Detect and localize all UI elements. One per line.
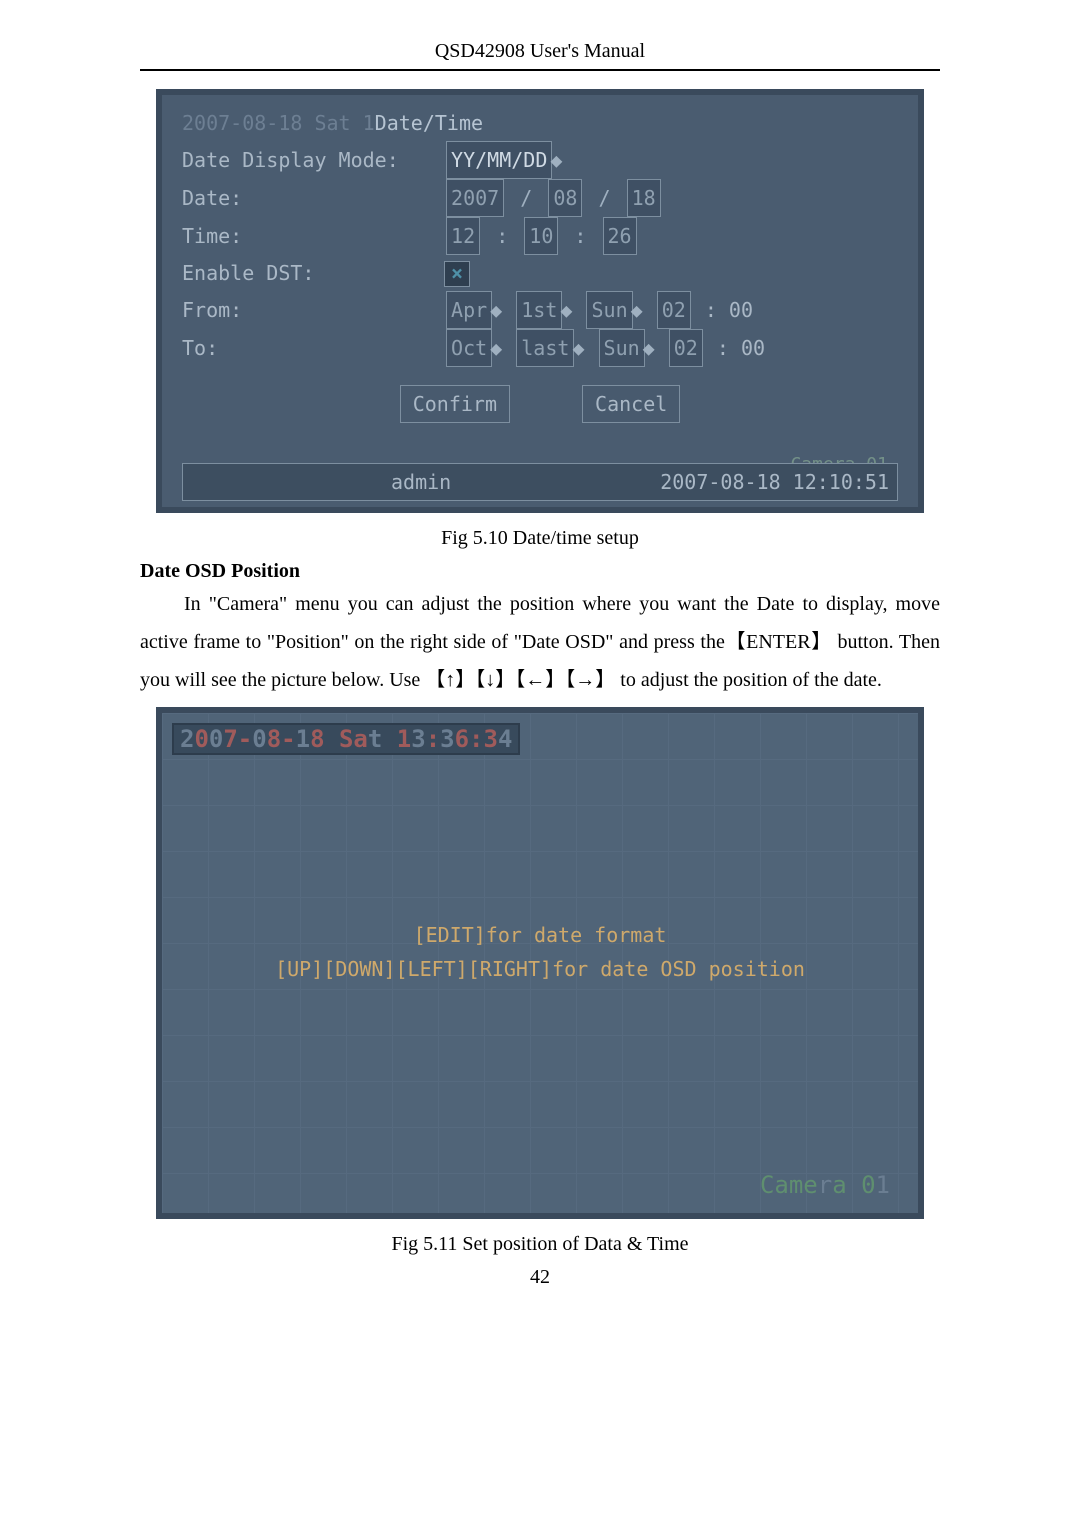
to-day-select[interactable]: Sun [599, 329, 645, 367]
spinner-icon[interactable]: ◆ [572, 330, 584, 366]
fig511-caption: Fig 5.11 Set position of Data & Time [140, 1233, 940, 1256]
hint-edit: [EDIT]for date format [162, 923, 918, 947]
status-bar: admin 2007-08-18 12:10:51 [182, 463, 898, 501]
osd-date-box[interactable]: 2007-08-18 Sat 13:36:34 [172, 723, 520, 755]
osd-position-screen: 2007-08-18 Sat 13:36:34 [EDIT]for date f… [156, 707, 924, 1219]
status-time: 2007-08-18 12:10:51 [660, 464, 889, 500]
to-month-select[interactable]: Oct [446, 329, 492, 367]
label-display-mode: Date Display Mode: [182, 142, 432, 178]
display-mode-select[interactable]: YY/MM/DD [446, 141, 552, 179]
enable-dst-checkbox[interactable]: × [444, 261, 470, 287]
to-min-text: : 00 [717, 336, 765, 360]
doc-header: QSD42908 User's Manual [140, 40, 940, 71]
datetime-setup-screen: 2007-08-18 Sat 1Date/Time Date Display M… [156, 89, 924, 513]
spinner-icon[interactable]: ◆ [490, 292, 502, 328]
label-date: Date: [182, 180, 432, 216]
date-day-input[interactable]: 18 [627, 179, 661, 217]
label-time: Time: [182, 218, 432, 254]
from-day-select[interactable]: Sun [586, 291, 632, 329]
time-s-input[interactable]: 26 [603, 217, 637, 255]
spinner-icon[interactable]: ◆ [490, 330, 502, 366]
spinner-icon[interactable]: ◆ [631, 292, 643, 328]
date-year-input[interactable]: 2007 [446, 179, 504, 217]
spinner-icon[interactable]: ◆ [550, 142, 562, 178]
time-m-input[interactable]: 10 [524, 217, 558, 255]
bg-date-overlay: 2007-08-18 Sat 1 [182, 111, 375, 135]
section-heading: Date OSD Position [140, 560, 940, 583]
from-min-text: : 00 [705, 298, 753, 322]
confirm-button[interactable]: Confirm [400, 385, 510, 423]
cancel-button[interactable]: Cancel [582, 385, 680, 423]
from-hour-input[interactable]: 02 [657, 291, 691, 329]
page-number: 42 [140, 1266, 940, 1289]
to-ord-select[interactable]: last [516, 329, 574, 367]
label-to: To: [182, 330, 432, 366]
camera-label: Camera 01 [760, 1171, 890, 1199]
label-from: From: [182, 292, 432, 328]
from-ord-select[interactable]: 1st [516, 291, 562, 329]
fig510-caption: Fig 5.10 Date/time setup [140, 527, 940, 550]
hint-arrows: [UP][DOWN][LEFT][RIGHT]for date OSD posi… [162, 957, 918, 981]
dialog-title: Date/Time [375, 111, 483, 135]
from-month-select[interactable]: Apr [446, 291, 492, 329]
to-hour-input[interactable]: 02 [669, 329, 703, 367]
time-h-input[interactable]: 12 [446, 217, 480, 255]
label-enable-dst: Enable DST: [182, 255, 432, 291]
spinner-icon[interactable]: ◆ [560, 292, 572, 328]
body-paragraph: In "Camera" menu you can adjust the posi… [140, 585, 940, 699]
spinner-icon[interactable]: ◆ [643, 330, 655, 366]
status-user: admin [391, 464, 451, 500]
date-month-input[interactable]: 08 [548, 179, 582, 217]
